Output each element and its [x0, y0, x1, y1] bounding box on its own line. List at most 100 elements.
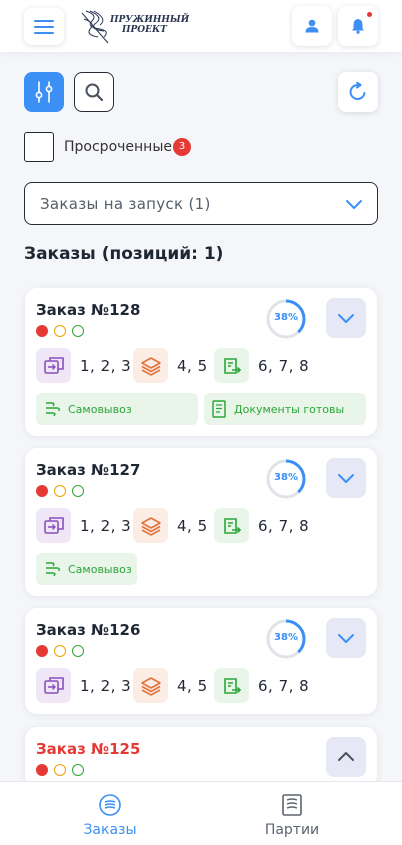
position-groups: 1, 2, 3 4, 5 6, 7, 8	[36, 668, 366, 703]
group-icon	[133, 348, 168, 383]
expand-button[interactable]	[326, 458, 366, 498]
expand-button[interactable]	[326, 618, 366, 658]
documents-icon	[212, 400, 226, 418]
group-positions: 1, 2, 3	[80, 517, 132, 535]
group-icon	[36, 508, 71, 543]
group-positions: 4, 5	[177, 517, 208, 535]
status-dot-yellow	[54, 645, 66, 657]
status-dot-yellow	[54, 485, 66, 497]
status-dots	[36, 485, 84, 497]
refresh-button[interactable]	[338, 72, 378, 112]
position-groups: 1, 2, 3 4, 5 6, 7, 8	[36, 348, 366, 383]
status-dots	[36, 325, 84, 337]
status-dot-green	[72, 325, 84, 337]
bottom-navigation: Заказы Партии	[0, 781, 402, 845]
order-card[interactable]: Заказ №125	[25, 727, 377, 787]
order-progress: 38%	[266, 619, 306, 659]
order-type-select-value: Заказы на запуск (1)	[40, 195, 211, 213]
logo-text: ПРУЖИННЫЙ ПРОЕКТ	[110, 15, 189, 35]
group-positions: 6, 7, 8	[258, 357, 310, 375]
hamburger-icon	[34, 19, 54, 34]
status-dot-red	[36, 325, 48, 337]
layers-copy-icon	[43, 676, 64, 694]
chevron-down-icon	[338, 634, 354, 643]
chevron-down-icon	[346, 200, 362, 209]
group-icon	[214, 668, 249, 703]
stack-icon	[140, 356, 161, 376]
order-progress: 38%	[266, 459, 306, 499]
order-title[interactable]: Заказ №128	[36, 301, 140, 319]
user-icon	[305, 19, 319, 33]
nav-tab-orders[interactable]: Заказы	[50, 794, 170, 838]
status-dot-green	[72, 764, 84, 776]
notifications-button[interactable]	[338, 6, 378, 46]
document-arrow-icon	[223, 677, 241, 694]
progress-text: 38%	[274, 312, 298, 323]
status-dots	[36, 764, 84, 776]
order-card[interactable]: Заказ №126 38% 1, 2, 3 4, 5 6, 7, 8	[25, 608, 377, 714]
expand-button[interactable]	[326, 298, 366, 338]
menu-button[interactable]	[24, 8, 64, 45]
order-card[interactable]: Заказ №128 38% 1, 2, 3 4, 5 6, 7, 8 Самовывоз…	[25, 288, 377, 436]
group-positions: 6, 7, 8	[258, 677, 310, 695]
group-positions: 4, 5	[177, 357, 208, 375]
order-tag-label: Самовывоз	[68, 562, 132, 576]
position-groups: 1, 2, 3 4, 5 6, 7, 8	[36, 508, 366, 543]
chevron-down-icon	[338, 474, 354, 483]
status-dot-yellow	[54, 764, 66, 776]
status-dot-red	[36, 764, 48, 776]
notification-dot	[367, 12, 372, 17]
layers-copy-icon	[43, 356, 64, 374]
order-tag: Самовывоз	[36, 553, 137, 585]
overdue-checkbox[interactable]	[24, 132, 54, 162]
group-icon	[133, 508, 168, 543]
section-title: Заказы (позиций: 1)	[24, 244, 224, 264]
group-icon	[133, 668, 168, 703]
group-icon	[36, 348, 71, 383]
order-tag-label: Самовывоз	[68, 402, 132, 416]
orders-icon	[99, 794, 121, 816]
app-header: ПРУЖИННЫЙ ПРОЕКТ	[0, 0, 402, 52]
status-dots	[36, 645, 84, 657]
document-arrow-icon	[223, 517, 241, 534]
search-button[interactable]	[74, 72, 114, 112]
stack-icon	[140, 676, 161, 696]
group-icon	[214, 348, 249, 383]
progress-text: 38%	[274, 472, 298, 483]
group-icon	[36, 668, 71, 703]
search-icon	[85, 83, 103, 101]
bell-icon	[352, 19, 364, 34]
order-title[interactable]: Заказ №126	[36, 621, 140, 639]
order-title[interactable]: Заказ №125	[36, 740, 140, 758]
order-title[interactable]: Заказ №127	[36, 461, 140, 479]
status-dot-red	[36, 485, 48, 497]
pickup-wind-icon	[46, 402, 60, 417]
profile-button[interactable]	[292, 6, 332, 46]
nav-tab-batches[interactable]: Партии	[232, 794, 352, 838]
order-tag: Документы готовы	[204, 393, 366, 425]
group-positions: 1, 2, 3	[80, 677, 132, 695]
chevron-down-icon	[338, 314, 354, 323]
stack-icon	[140, 516, 161, 536]
logo-line-2: ПРОЕКТ	[122, 25, 167, 35]
status-dot-red	[36, 645, 48, 657]
progress-text: 38%	[274, 632, 298, 643]
group-positions: 6, 7, 8	[258, 517, 310, 535]
expand-button[interactable]	[326, 737, 366, 777]
status-dot-yellow	[54, 325, 66, 337]
document-arrow-icon	[223, 357, 241, 374]
order-progress: 38%	[266, 299, 306, 339]
order-tag-label: Документы готовы	[234, 402, 345, 416]
status-dot-green	[72, 645, 84, 657]
batches-icon	[282, 794, 302, 816]
order-tag: Самовывоз	[36, 393, 198, 425]
group-positions: 1, 2, 3	[80, 357, 132, 375]
order-card[interactable]: Заказ №127 38% 1, 2, 3 4, 5 6, 7, 8 Самовывоз	[25, 448, 377, 596]
nav-tab-batches-label: Партии	[264, 822, 320, 838]
order-type-select[interactable]: Заказы на запуск (1)	[24, 182, 378, 225]
overdue-label[interactable]: Просроченные	[64, 139, 172, 155]
status-dot-green	[72, 485, 84, 497]
pickup-wind-icon	[46, 562, 60, 577]
filter-button[interactable]	[24, 72, 64, 112]
group-icon	[214, 508, 249, 543]
